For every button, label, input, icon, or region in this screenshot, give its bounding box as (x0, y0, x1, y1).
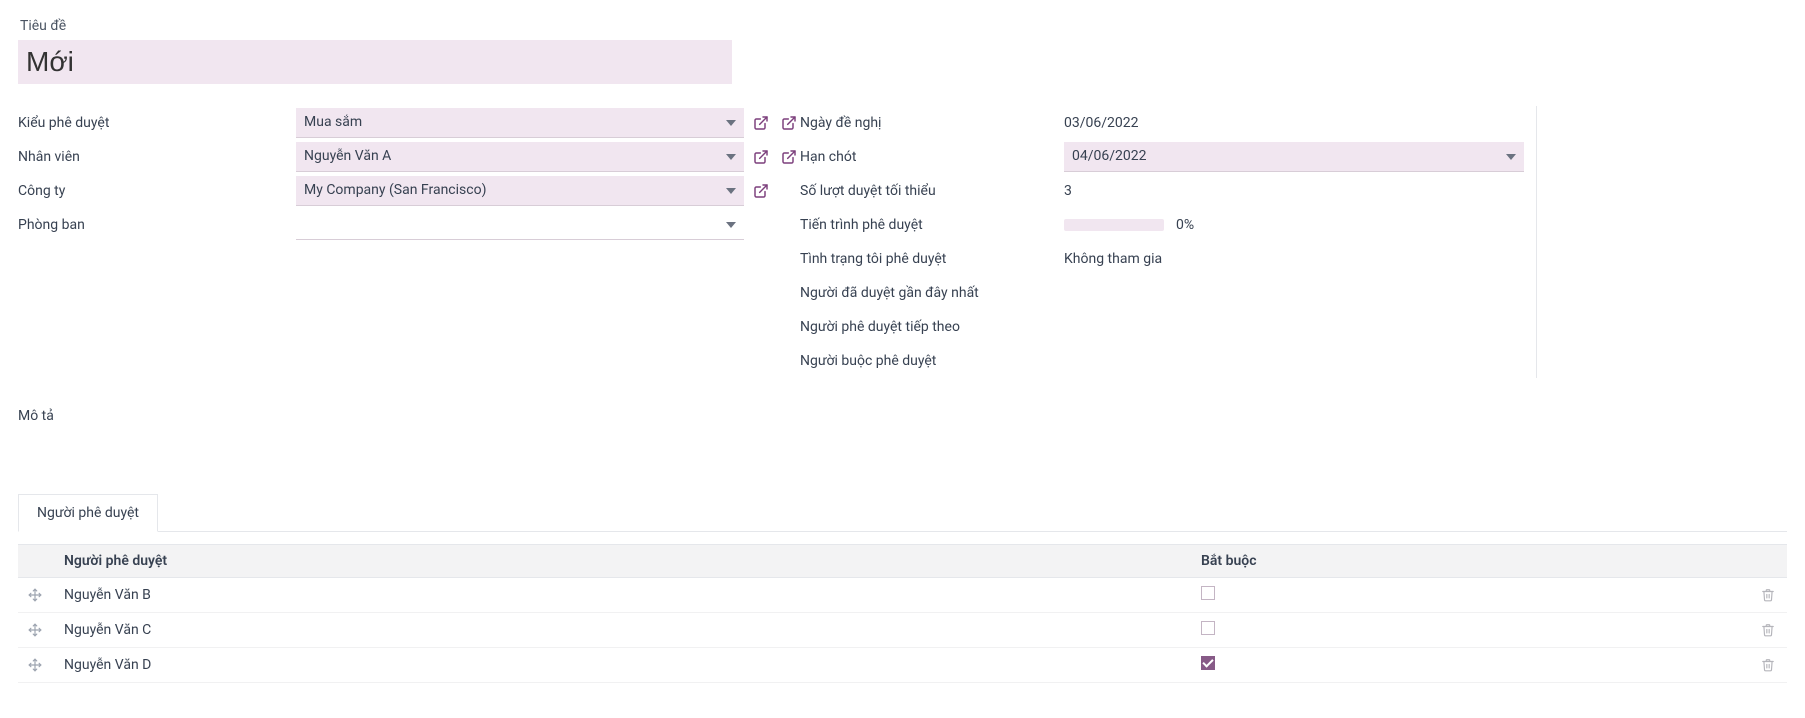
last-approver-label: Người đã duyệt gần đây nhất (800, 285, 1058, 301)
tab-bar: Người phê duyệt (18, 494, 1787, 532)
col-header-approver: Người phê duyệt (54, 545, 1191, 578)
external-link-icon[interactable] (778, 149, 800, 165)
min-approvals-value: 3 (1058, 179, 1524, 203)
required-checkbox[interactable] (1201, 586, 1215, 600)
company-select[interactable]: My Company (San Francisco) (296, 176, 744, 206)
table-row[interactable]: Nguyễn Văn B (18, 578, 1787, 613)
progress-percent: 0% (1176, 217, 1194, 233)
my-status-label: Tình trạng tôi phê duyệt (800, 251, 1058, 267)
forced-approver-value (1058, 357, 1524, 365)
next-approver-value (1058, 323, 1524, 331)
request-date-label: Ngày đề nghị (800, 115, 1058, 131)
drag-handle-icon[interactable] (28, 588, 44, 602)
employee-select[interactable]: Nguyễn Văn A (296, 142, 744, 172)
title-label: Tiêu đề (18, 18, 1787, 34)
approver-name: Nguyễn Văn B (54, 578, 1191, 613)
external-link-icon[interactable] (748, 183, 774, 199)
forced-approver-label: Người buộc phê duyệt (800, 353, 1058, 369)
deadline-select[interactable]: 04/06/2022 (1064, 142, 1524, 172)
department-select[interactable] (296, 210, 744, 240)
external-link-icon[interactable] (778, 115, 800, 131)
required-checkbox[interactable] (1201, 621, 1215, 635)
drag-handle-icon[interactable] (28, 658, 44, 672)
request-date-value: 03/06/2022 (1058, 111, 1524, 135)
right-column: Ngày đề nghị 03/06/2022 Hạn chót 04/06/2… (778, 106, 1537, 378)
left-column: Kiểu phê duyệt Mua sắm Nhân viên Nguyễn … (18, 106, 778, 378)
external-link-icon[interactable] (748, 115, 774, 131)
external-link-icon[interactable] (748, 149, 774, 165)
table-row[interactable]: Nguyễn Văn C (18, 613, 1787, 648)
drag-handle-icon[interactable] (28, 623, 44, 637)
tab-approvers[interactable]: Người phê duyệt (18, 494, 158, 532)
trash-icon[interactable] (1761, 658, 1777, 672)
my-status-value: Không tham gia (1058, 247, 1524, 271)
progress-bar (1064, 219, 1164, 231)
approver-name: Nguyễn Văn C (54, 613, 1191, 648)
last-approver-value (1058, 289, 1524, 297)
next-approver-label: Người phê duyệt tiếp theo (800, 319, 1058, 335)
approval-type-label: Kiểu phê duyệt (18, 109, 296, 137)
company-label: Công ty (18, 177, 296, 205)
table-row[interactable]: Nguyễn Văn D (18, 648, 1787, 683)
trash-icon[interactable] (1761, 623, 1777, 637)
approval-type-select[interactable]: Mua sắm (296, 108, 744, 138)
department-label: Phòng ban (18, 211, 296, 239)
approver-table: Người phê duyệt Bắt buộc Nguyễn Văn BNgu… (18, 544, 1787, 683)
deadline-label: Hạn chót (800, 149, 1058, 165)
trash-icon[interactable] (1761, 588, 1777, 602)
employee-label: Nhân viên (18, 143, 296, 171)
required-checkbox[interactable] (1201, 656, 1215, 670)
title-input[interactable] (18, 40, 732, 84)
min-approvals-label: Số lượt duyệt tối thiểu (800, 183, 1058, 199)
col-header-required: Bắt buộc (1191, 545, 1751, 578)
approver-name: Nguyễn Văn D (54, 648, 1191, 683)
description-label: Mô tả (18, 408, 1787, 424)
progress-label: Tiến trình phê duyệt (800, 217, 1058, 233)
